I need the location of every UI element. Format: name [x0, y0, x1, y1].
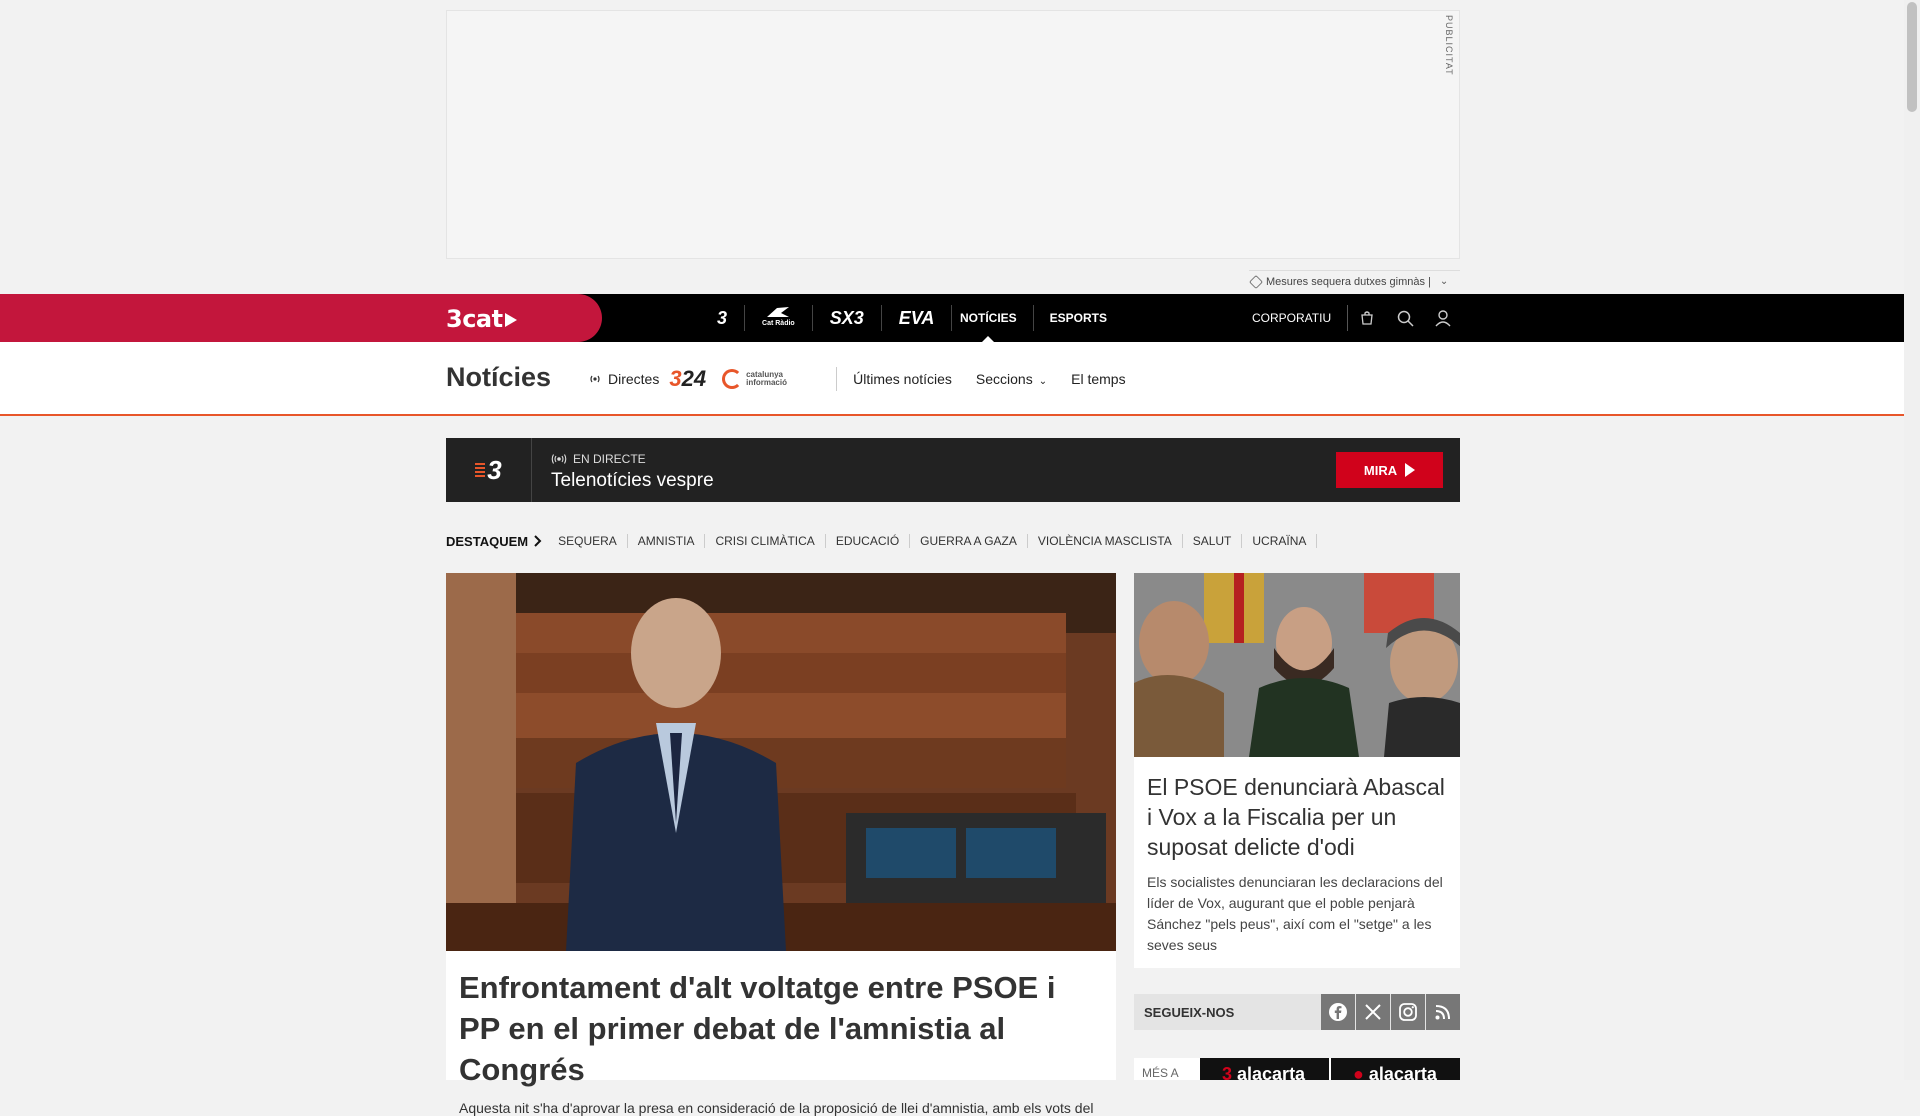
tv3-stripe-icon [475, 463, 486, 477]
alacarta-link-2[interactable]: ● alacarta [1329, 1058, 1460, 1080]
main-article-image[interactable] [446, 573, 1116, 951]
chevron-down-icon: ⌄ [1038, 376, 1048, 387]
tag-ucraina[interactable]: UCRAÏNA [1242, 534, 1318, 548]
play-icon [1405, 463, 1416, 477]
brand-links: 3 Cat Ràdio SX3 EVA [700, 294, 953, 342]
shop-icon[interactable] [1348, 294, 1386, 342]
logo-324[interactable]: 324 [669, 366, 706, 392]
nav-right: CORPORATIU [1252, 294, 1462, 342]
channel-logo: 3 [446, 438, 532, 502]
nav-noticies[interactable]: NOTÍCIES [944, 305, 1034, 342]
rss-icon[interactable] [1426, 994, 1460, 1030]
catradio-logo-icon [767, 307, 790, 317]
tag-amnistia[interactable]: AMNISTIA [628, 534, 706, 548]
side-article-summary: Els socialistes denunciaran les declarac… [1147, 874, 1443, 953]
weather-link[interactable]: El temps [1071, 371, 1125, 387]
side-article-image[interactable] [1134, 573, 1460, 757]
side-article-title[interactable]: El PSOE denunciarà Abascal i Vox a la Fi… [1147, 772, 1447, 862]
section-header: Notícies Directes 324 catalunya informac… [0, 342, 1904, 416]
brand-sx3[interactable]: SX3 [813, 305, 882, 331]
section-nav: Directes 324 catalunya informació Últime… [588, 342, 1150, 416]
broadcast-icon [551, 454, 567, 464]
tag-crisi-climatica[interactable]: CRISI CLIMÀTICA [705, 534, 826, 548]
live-program-title: Telenotícies vespre [551, 470, 714, 491]
page-title[interactable]: Notícies [446, 362, 551, 393]
brand-tv3[interactable]: 3 [700, 305, 746, 331]
corporate-link[interactable]: CORPORATIU [1252, 305, 1349, 331]
tag-educacio[interactable]: EDUCACIÓ [826, 534, 911, 548]
follow-us-label: SEGUEIX-NOS [1144, 1004, 1235, 1020]
facebook-icon[interactable] [1321, 994, 1355, 1030]
nav-esports[interactable]: ESPORTS [1034, 305, 1123, 331]
brand-eva[interactable]: EVA [882, 305, 953, 331]
sections-dropdown[interactable]: Seccions ⌄ [976, 371, 1047, 387]
logo-catalunya-informacio[interactable]: catalunya informació [722, 369, 816, 389]
tag-guerra-gaza[interactable]: GUERRA A GAZA [910, 534, 1028, 548]
main-article-summary: Aquesta nit s'ha d'aprovar la presa en c… [459, 1100, 1094, 1116]
latest-news-link[interactable]: Últimes notícies [853, 371, 952, 387]
alacarta-link-1[interactable]: 3 alacarta [1198, 1058, 1329, 1080]
follow-us-bar: SEGUEIX-NOS [1134, 994, 1460, 1030]
user-icon[interactable] [1424, 294, 1462, 342]
search-icon[interactable] [1386, 294, 1424, 342]
ad-label: PUBLICITAT [1444, 15, 1454, 76]
alacarta-strip: MÉS A 3 alacarta ● alacarta [1134, 1058, 1460, 1080]
mes-a-label: MÉS A [1134, 1058, 1198, 1080]
ad-area: PUBLICITAT Mesures sequera dutxes gimnàs… [0, 0, 1904, 294]
scrollbar[interactable] [1904, 0, 1920, 1080]
directes-link[interactable]: Directes [588, 371, 659, 387]
main-nav: NOTÍCIES ESPORTS [944, 294, 1123, 342]
featured-heading[interactable]: DESTAQUEM [446, 534, 542, 549]
side-article-card[interactable]: El PSOE denunciarà Abascal i Vox a la Fi… [1134, 757, 1460, 968]
tag-salut[interactable]: SALUT [1183, 534, 1243, 548]
logo-3cat[interactable]: 3cat [446, 305, 517, 333]
instagram-icon[interactable] [1391, 994, 1425, 1030]
tag-sequera[interactable]: SEQUERA [558, 534, 628, 548]
x-icon[interactable] [1356, 994, 1390, 1030]
broadcast-icon [590, 375, 600, 383]
scrollbar-thumb[interactable] [1907, 2, 1917, 112]
live-banner[interactable]: 3 EN DIRECTE Telenotícies vespre MIRA [446, 438, 1460, 502]
top-bar: 3cat 3 Cat Ràdio SX3 EVA NOTÍCIES ESPORT… [0, 294, 1904, 342]
tag-violencia-masclista[interactable]: VIOLÈNCIA MASCLISTA [1028, 534, 1183, 548]
watch-button[interactable]: MIRA [1336, 452, 1443, 488]
featured-tags: DESTAQUEM SEQUERA AMNISTIA CRISI CLIMÀTI… [446, 531, 1318, 551]
play-icon [504, 313, 517, 327]
chevron-right-icon [534, 535, 542, 547]
main-article-card[interactable]: Enfrontament d'alt voltatge entre PSOE i… [446, 951, 1116, 1116]
live-label: EN DIRECTE [551, 452, 646, 466]
brand-catradio[interactable]: Cat Ràdio [745, 305, 813, 331]
ad-footer[interactable]: Mesures sequera dutxes gimnàs | ⌄ [1248, 270, 1460, 292]
tag-icon [1248, 274, 1264, 289]
ad-banner[interactable] [446, 10, 1460, 259]
ci-logo-icon [722, 369, 743, 389]
ad-footer-text: Mesures sequera dutxes gimnàs | [1266, 275, 1431, 288]
chevron-down-icon: ⌄ [1439, 276, 1449, 287]
main-article-title[interactable]: Enfrontament d'alt voltatge entre PSOE i… [459, 967, 1103, 1090]
divider [836, 367, 838, 391]
